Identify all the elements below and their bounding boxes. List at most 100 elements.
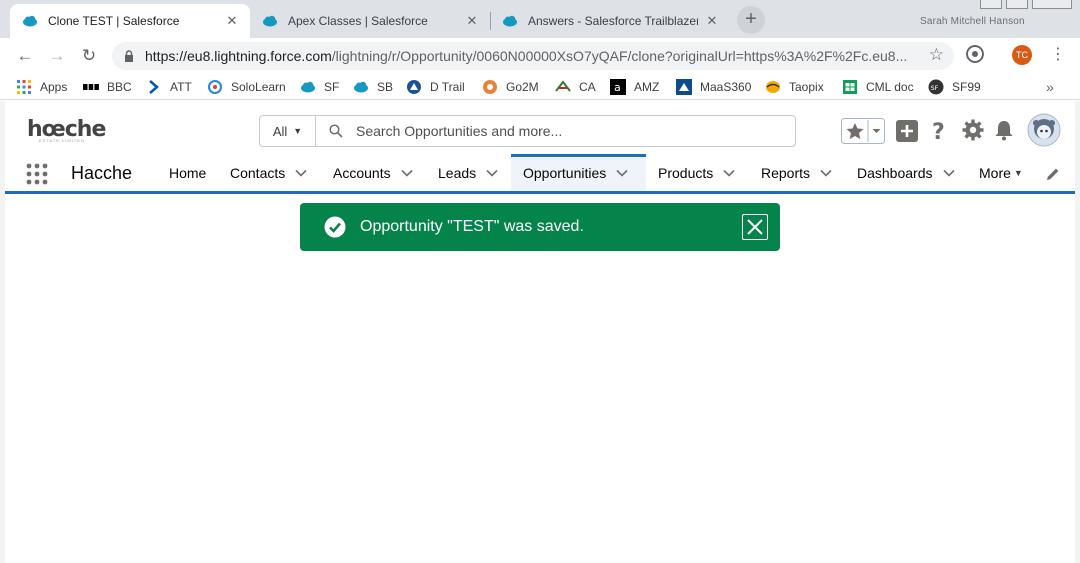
nav-item-accounts[interactable]: Accounts — [333, 154, 413, 191]
bookmark-sololearn[interactable]: SoloLearn — [207, 79, 286, 95]
profile-avatar[interactable]: TC — [1012, 45, 1032, 65]
sf99-icon: SF — [928, 79, 944, 95]
chevron-down-icon[interactable] — [486, 169, 498, 177]
user-avatar[interactable] — [1027, 113, 1061, 147]
bookmark-maas360[interactable]: MaaS360 — [676, 79, 751, 95]
nav-item-label: Reports — [761, 164, 811, 181]
search-scope-dropdown[interactable]: All ▼ — [260, 116, 316, 146]
chevron-down-icon[interactable] — [295, 169, 307, 177]
close-tab-icon[interactable]: ✕ — [224, 13, 240, 29]
chevron-down-icon[interactable] — [942, 169, 955, 177]
back-arrow-icon[interactable]: ← — [14, 45, 36, 67]
org-logo-subtitle: ESTATE LIMITED — [39, 138, 85, 143]
browser-tab[interactable]: Apex Classes | Salesforce ✕ — [250, 4, 490, 38]
new-tab-button[interactable]: + — [737, 6, 765, 34]
success-check-icon — [324, 216, 346, 238]
trailhead-icon — [407, 80, 421, 94]
bookmark-label: CML doc — [866, 80, 914, 94]
bookmark-label: AMZ — [634, 80, 660, 94]
bbc-icon — [83, 84, 99, 90]
bookmark-star-icon[interactable]: ☆ — [929, 45, 944, 65]
bookmark-label: Go2M — [506, 80, 539, 94]
chevron-down-icon[interactable] — [401, 169, 413, 177]
sf-nav-bar: Hacche Home Contacts Accounts Leads Oppo… — [5, 154, 1075, 194]
bookmark-label: MaaS360 — [700, 80, 752, 94]
nav-item-reports[interactable]: Reports — [761, 154, 832, 191]
nav-item-label: More — [979, 164, 1011, 181]
chevron-right-icon — [149, 80, 159, 94]
search-input[interactable] — [356, 123, 795, 139]
forward-arrow-icon[interactable]: → — [46, 45, 68, 67]
nav-item-products[interactable]: Products — [658, 154, 735, 191]
amazon-icon: a — [610, 79, 626, 95]
nav-item-contacts[interactable]: Contacts — [230, 154, 307, 191]
chevron-down-icon[interactable] — [616, 169, 628, 177]
minimize-window-button[interactable] — [980, 0, 1002, 9]
browser-tab-active[interactable]: Clone TEST | Salesforce ✕ — [10, 4, 250, 38]
chevron-down-icon[interactable] — [820, 169, 832, 177]
svg-text:SF: SF — [931, 84, 939, 92]
nav-item-leads[interactable]: Leads — [438, 154, 498, 191]
nav-item-label: Home — [169, 164, 207, 181]
bookmark-sf99[interactable]: SF SF99 — [928, 79, 981, 95]
browser-tab[interactable]: Answers - Salesforce Trailblazer C ✕ — [490, 4, 730, 38]
nav-item-label: Products — [658, 164, 714, 181]
address-bar[interactable]: https://eu8.lightning.force.com/lightnin… — [112, 42, 954, 70]
bookmark-ca[interactable]: CA — [555, 79, 596, 95]
notifications-bell-icon[interactable] — [993, 119, 1015, 141]
setup-gear-icon[interactable] — [961, 118, 985, 142]
extension-icon[interactable] — [966, 45, 984, 63]
bookmark-label: D Trail — [430, 80, 465, 94]
bookmark-label: Apps — [40, 80, 68, 94]
url-path: /lightning/r/Opportunity/0060N00000XsO7y… — [331, 48, 908, 64]
bookmark-label: ATT — [170, 80, 192, 94]
bookmarks-bar: Apps BBC ATT SoloLearn SF SB D Trail Go2… — [0, 74, 1080, 100]
maas360-icon — [676, 79, 692, 95]
bookmarks-overflow-icon[interactable]: » — [1046, 79, 1054, 95]
bookmark-label: SB — [377, 80, 394, 94]
bookmark-go2m[interactable]: Go2M — [482, 79, 539, 95]
bookmark-sb[interactable]: SB — [353, 79, 393, 95]
nav-item-label: Dashboards — [857, 164, 933, 181]
close-tab-icon[interactable]: ✕ — [704, 13, 720, 29]
app-launcher-icon[interactable] — [25, 163, 49, 185]
nav-item-opportunities[interactable]: Opportunities — [511, 154, 646, 191]
nav-item-more[interactable]: More ▼ — [979, 154, 1023, 191]
tab-title: Apex Classes | Salesforce — [288, 14, 428, 28]
browser-menu-icon[interactable]: ⋮ — [1050, 44, 1066, 64]
bookmark-taopix[interactable]: Taopix — [765, 79, 824, 95]
bookmark-cml-doc[interactable]: CML doc — [842, 79, 914, 95]
maximize-window-button[interactable] — [1006, 0, 1028, 9]
chevron-down-icon[interactable] — [723, 169, 735, 177]
bookmark-label: BBC — [107, 80, 132, 94]
bookmark-att[interactable]: ATT — [146, 79, 192, 95]
bookmark-apps[interactable]: Apps — [16, 79, 67, 95]
reload-icon[interactable]: ↻ — [78, 45, 100, 67]
bookmark-sf[interactable]: SF — [300, 79, 339, 95]
nav-item-dashboards[interactable]: Dashboards — [857, 154, 955, 191]
edit-nav-pencil-icon[interactable] — [1045, 166, 1061, 182]
nav-item-label: Leads — [438, 164, 477, 181]
bookmark-bbc[interactable]: BBC — [83, 79, 132, 95]
help-question-icon[interactable]: ? — [929, 119, 949, 143]
close-toast-button[interactable] — [742, 214, 768, 240]
close-icon — [747, 219, 763, 235]
salesforce-cloud-icon — [23, 15, 37, 27]
close-window-button[interactable] — [1032, 0, 1072, 9]
favorites-star-icon[interactable] — [841, 118, 885, 144]
bookmark-d-trail[interactable]: D Trail — [406, 79, 465, 95]
svg-text:a: a — [614, 81, 621, 94]
sheets-icon — [843, 80, 857, 94]
close-tab-icon[interactable]: ✕ — [464, 13, 480, 29]
url-text[interactable]: https://eu8.lightning.force.com/lightnin… — [145, 48, 915, 64]
apps-grid-icon — [17, 80, 31, 94]
bookmark-amz[interactable]: a AMZ — [610, 79, 659, 95]
salesforce-cloud-icon — [354, 81, 368, 93]
tab-title: Answers - Salesforce Trailblazer C — [528, 14, 698, 28]
global-search: All ▼ — [259, 115, 796, 147]
nav-item-home[interactable]: Home — [169, 154, 206, 191]
bookmark-label: CA — [579, 80, 596, 94]
global-actions-add-icon[interactable] — [895, 119, 919, 143]
salesforce-cloud-icon — [263, 15, 277, 27]
tab-title: Clone TEST | Salesforce — [48, 14, 180, 28]
